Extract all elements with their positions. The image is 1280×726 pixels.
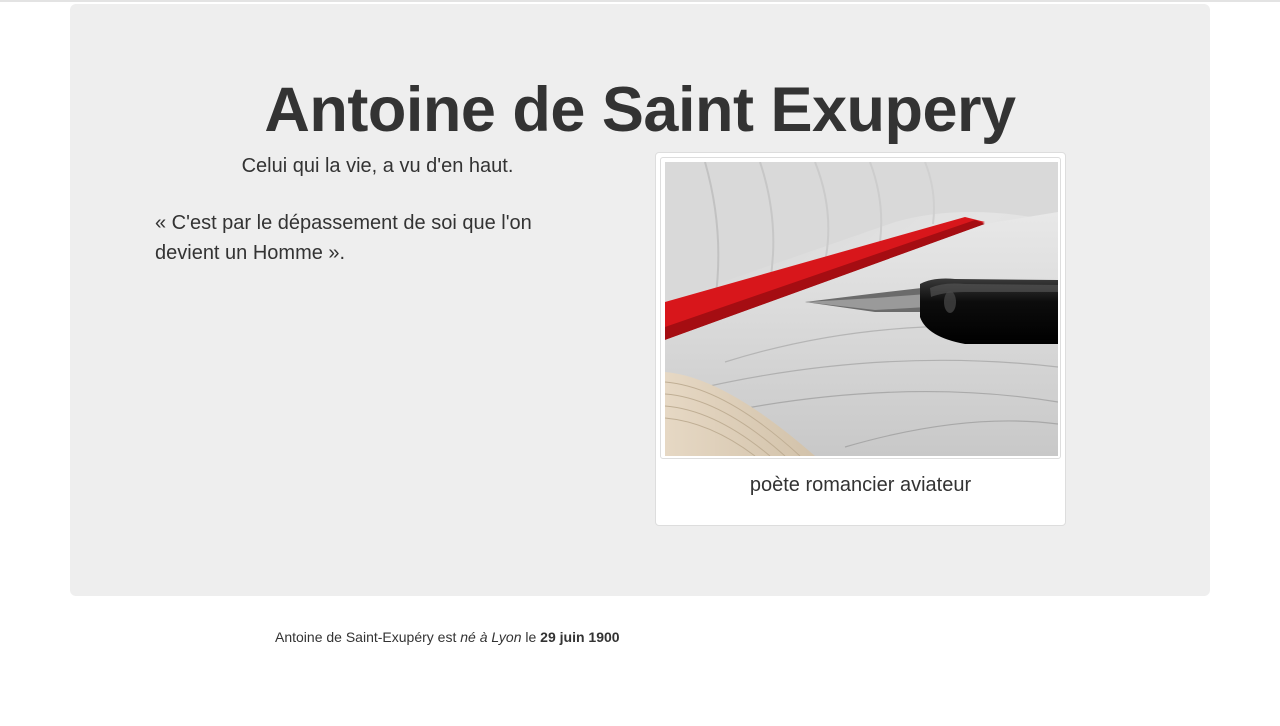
page-title: Antoine de Saint Exupery [264,75,1016,145]
birth-info-connector: le [521,629,541,645]
top-border [0,0,1280,2]
tagline: Celui qui la vie, a vu d'en haut. [241,155,514,177]
jumbotron: Antoine de Saint Exupery Celui qui la vi… [70,4,1210,596]
image-frame [660,157,1061,459]
fountain-pen-notebook-image [665,162,1058,456]
quote: « C'est par le dépassement de soi que l'… [155,212,532,264]
image-caption: poète romancier aviateur [749,474,972,496]
birth-date: 29 juin 1900 [540,629,620,645]
birth-info-text: Antoine de Saint-Exupéry est [275,629,461,645]
birth-place: né à Lyon [460,629,522,645]
birth-info: Antoine de Saint-Exupéry est né à Lyon l… [275,627,620,647]
thumbnail-card: poète romancier aviateur [655,152,1066,526]
